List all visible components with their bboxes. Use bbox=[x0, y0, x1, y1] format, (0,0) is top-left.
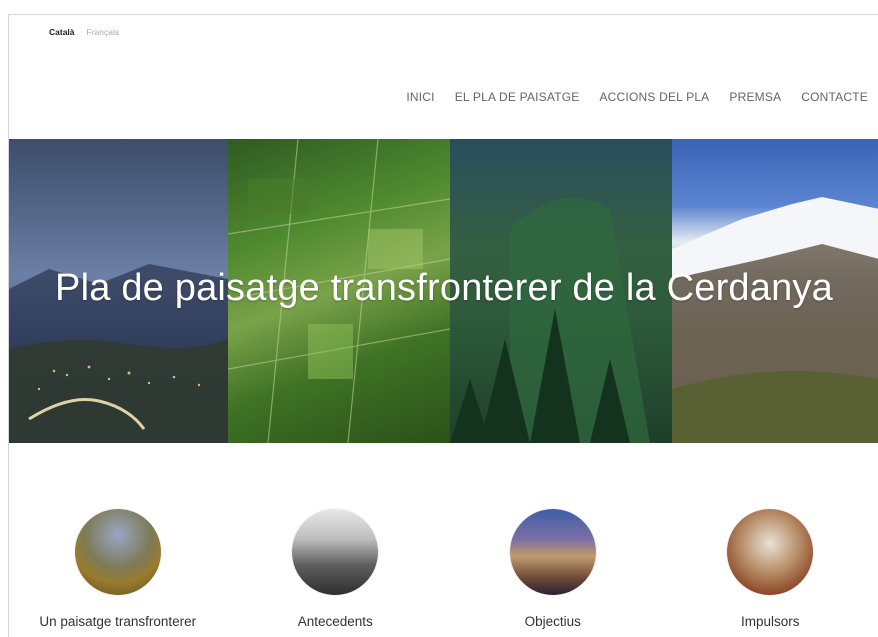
card-image-town-dusk bbox=[509, 509, 596, 595]
card-image-meeting-room bbox=[727, 509, 814, 595]
nav-item-inici[interactable]: INICI bbox=[406, 90, 434, 104]
nav-item-contacte[interactable]: CONTACTE bbox=[801, 90, 868, 104]
card-image-landscape bbox=[74, 509, 161, 595]
page-frame: Català Français INICI EL PLA DE PAISATGE… bbox=[8, 14, 878, 637]
feature-cards: Un paisatge transfronterer Antecedents O… bbox=[9, 509, 878, 629]
language-switcher: Català Français bbox=[49, 27, 119, 37]
card-un-paisatge-transfronterer[interactable]: Un paisatge transfronterer bbox=[9, 509, 227, 629]
card-label: Impulsors bbox=[740, 614, 800, 629]
card-antecedents[interactable]: Antecedents bbox=[227, 509, 445, 629]
nav-item-premsa[interactable]: PREMSA bbox=[729, 90, 781, 104]
main-nav: INICI EL PLA DE PAISATGE ACCIONS DEL PLA… bbox=[406, 90, 868, 104]
card-image-historic-photo bbox=[292, 509, 379, 595]
card-objectius[interactable]: Objectius bbox=[444, 509, 662, 629]
language-catala-link[interactable]: Català bbox=[49, 27, 75, 37]
language-francais-link[interactable]: Français bbox=[87, 27, 120, 37]
hero-banner: Pla de paisatge transfronterer de la Cer… bbox=[9, 139, 878, 443]
card-label: Un paisatge transfronterer bbox=[39, 614, 197, 629]
nav-item-el-pla-de-paisatge[interactable]: EL PLA DE PAISATGE bbox=[455, 90, 580, 104]
card-label: Objectius bbox=[524, 614, 581, 629]
card-impulsors[interactable]: Impulsors bbox=[662, 509, 878, 629]
card-label: Antecedents bbox=[297, 614, 373, 629]
hero-title: Pla de paisatge transfronterer de la Cer… bbox=[55, 267, 833, 309]
nav-item-accions-del-pla[interactable]: ACCIONS DEL PLA bbox=[599, 90, 709, 104]
